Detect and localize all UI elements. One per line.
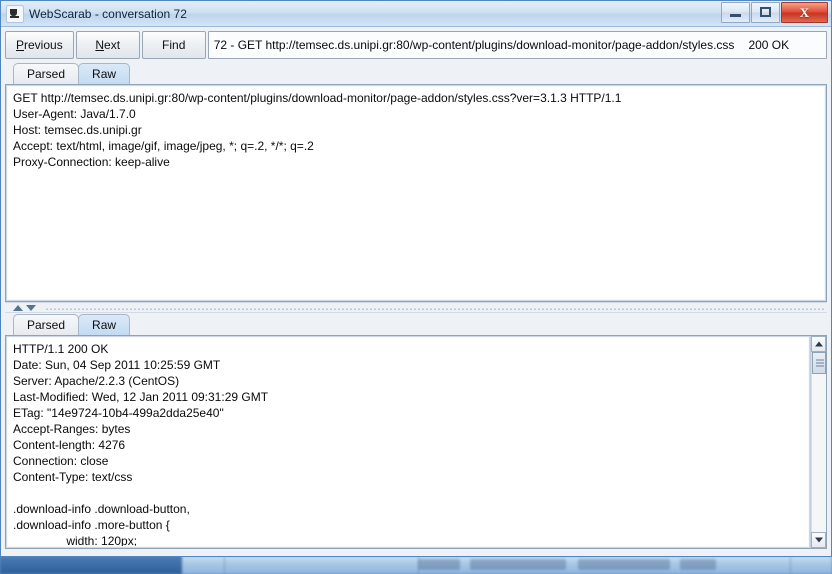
minimize-icon <box>730 14 741 17</box>
next-button[interactable]: Next <box>75 31 140 59</box>
maximize-icon <box>760 7 771 17</box>
response-tab-raw[interactable]: Raw <box>78 314 131 335</box>
status-badge: 200 OK <box>748 38 790 52</box>
window-titlebar: WebScarab - conversation 72 X <box>1 1 831 27</box>
response-raw-text[interactable]: HTTP/1.1 200 OK Date: Sun, 04 Sep 2011 1… <box>8 338 808 546</box>
url-text: 72 - GET http://temsec.ds.unipi.gr:80/wp… <box>213 38 735 52</box>
response-pane: Parsed Raw HTTP/1.1 200 OK Date: Sun, 04… <box>5 313 827 549</box>
next-label-rest: ext <box>104 38 121 52</box>
close-icon: X <box>799 4 810 20</box>
conversation-toolbar: Previous Next Find 72 - GET http://temse… <box>5 31 827 59</box>
request-tabstrip: Parsed Raw <box>5 62 827 84</box>
splitpane-expand-up-icon[interactable] <box>13 304 23 311</box>
response-textpane: HTTP/1.1 200 OK Date: Sun, 04 Sep 2011 1… <box>5 335 827 549</box>
scrollbar-track[interactable] <box>811 352 826 532</box>
previous-button[interactable]: Previous <box>5 31 74 59</box>
windows-taskbar[interactable] <box>0 555 832 574</box>
maximize-button[interactable] <box>751 2 780 23</box>
divider-texture <box>45 306 825 309</box>
scroll-up-arrow-icon[interactable] <box>811 336 826 352</box>
webscarab-window: WebScarab - conversation 72 X Previous N… <box>0 0 832 557</box>
splitpane-divider[interactable] <box>5 302 827 313</box>
request-raw-text[interactable]: GET http://temsec.ds.unipi.gr:80/wp-cont… <box>8 87 824 299</box>
request-tab-parsed[interactable]: Parsed <box>13 63 80 84</box>
response-tabstrip: Parsed Raw <box>5 313 827 335</box>
scrollbar-thumb[interactable] <box>812 352 826 374</box>
desktop-background: WebScarab - conversation 72 X Previous N… <box>0 0 832 574</box>
java-coffee-cup-icon <box>6 4 24 23</box>
window-controls: X <box>720 2 828 23</box>
request-tab-raw[interactable]: Raw <box>78 63 131 84</box>
next-mnemonic: N <box>95 38 105 52</box>
request-pane: Parsed Raw GET http://temsec.ds.unipi.gr… <box>5 62 827 302</box>
request-response-splitpane: Parsed Raw GET http://temsec.ds.unipi.gr… <box>5 62 827 549</box>
request-textpane: GET http://temsec.ds.unipi.gr:80/wp-cont… <box>5 84 827 302</box>
find-button[interactable]: Find <box>141 31 206 59</box>
response-tab-parsed[interactable]: Parsed <box>13 314 80 335</box>
response-vertical-scrollbar[interactable] <box>810 336 826 548</box>
window-title: WebScarab - conversation 72 <box>29 6 187 21</box>
response-scrollpane: HTTP/1.1 200 OK Date: Sun, 04 Sep 2011 1… <box>6 336 810 548</box>
splitpane-expand-down-icon[interactable] <box>26 304 36 311</box>
minimize-button[interactable] <box>721 2 750 23</box>
scroll-down-arrow-icon[interactable] <box>811 532 826 548</box>
scrollbar-grip-icon <box>816 359 824 367</box>
previous-label-rest: revious <box>24 38 63 52</box>
taskbar-start-area[interactable] <box>0 556 182 574</box>
find-label: Find <box>162 38 186 52</box>
close-button[interactable]: X <box>781 2 828 23</box>
conversation-url-label: 72 - GET http://temsec.ds.unipi.gr:80/wp… <box>207 31 827 59</box>
previous-mnemonic: P <box>16 38 25 52</box>
request-scrollpane: GET http://temsec.ds.unipi.gr:80/wp-cont… <box>6 85 826 301</box>
window-body: Previous Next Find 72 - GET http://temse… <box>1 27 831 553</box>
